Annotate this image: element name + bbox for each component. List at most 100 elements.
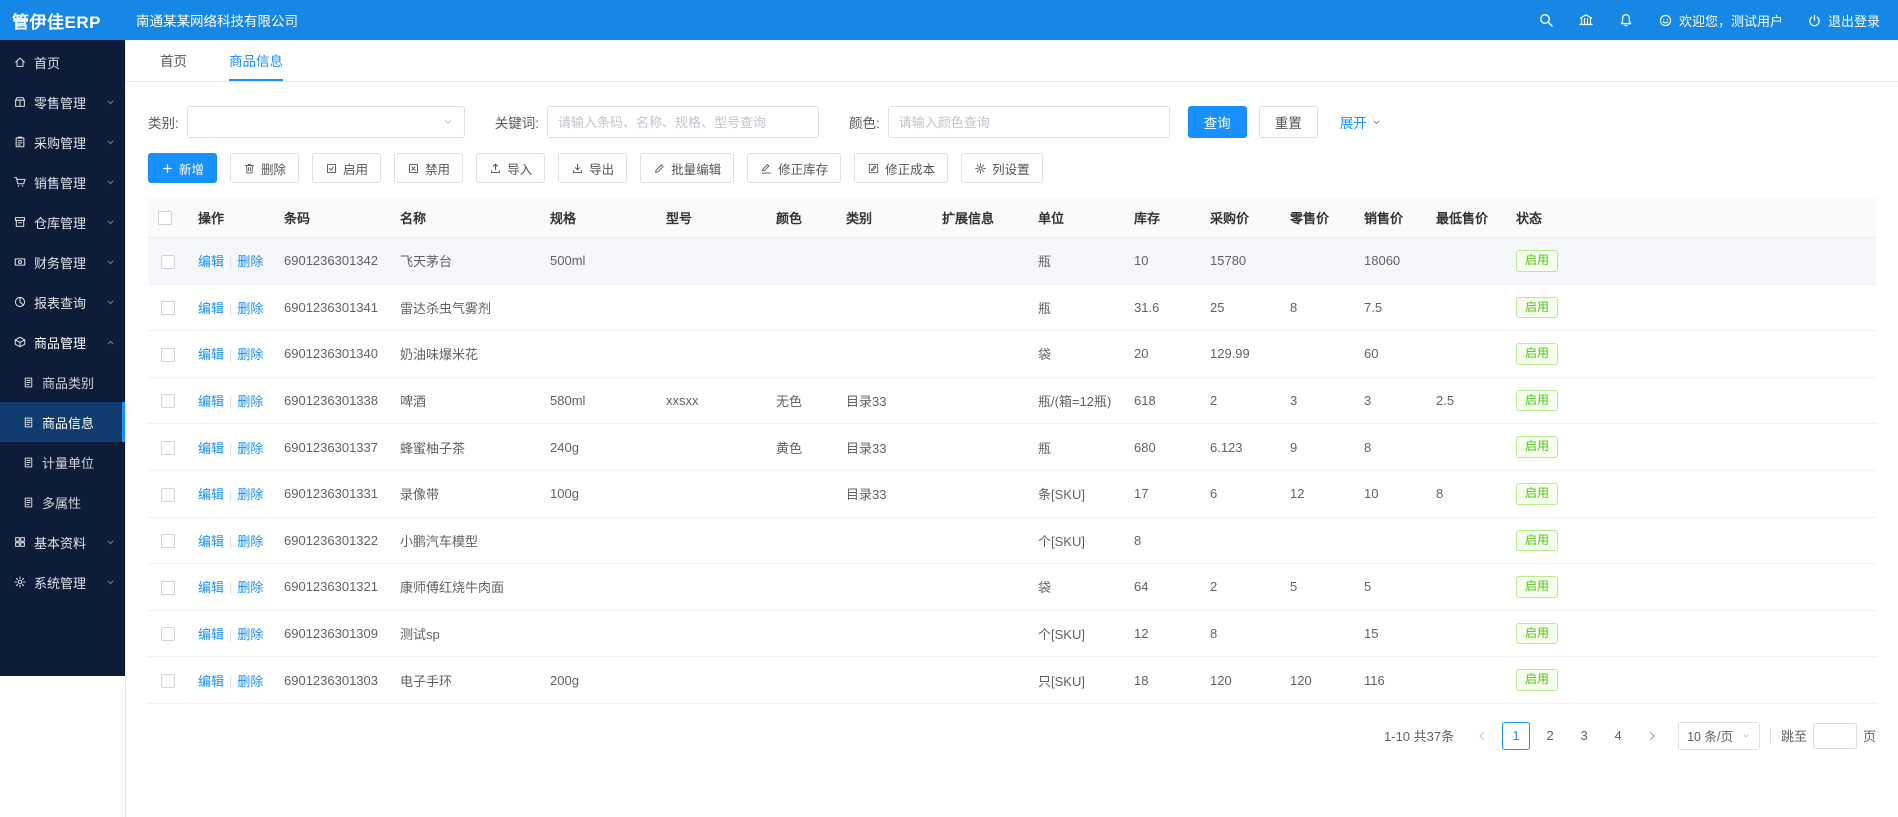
sidebar-subitem[interactable]: 商品信息: [0, 402, 125, 442]
edit-link[interactable]: 编辑: [198, 301, 224, 316]
sidebar-item[interactable]: 报表查询: [0, 282, 125, 322]
cell-stock: 10: [1124, 238, 1200, 285]
bell-icon[interactable]: [1618, 12, 1634, 28]
next-page-button[interactable]: [1638, 722, 1666, 750]
page-button[interactable]: 3: [1570, 722, 1598, 750]
delete-link[interactable]: 删除: [237, 441, 263, 456]
cell-stock: 618: [1124, 377, 1200, 424]
page-button[interactable]: 2: [1536, 722, 1564, 750]
edit-link[interactable]: 编辑: [198, 487, 224, 502]
cell-retail-price: 12: [1280, 470, 1354, 517]
edit-link[interactable]: 编辑: [198, 534, 224, 549]
tab[interactable]: 首页: [160, 40, 187, 81]
keyword-input[interactable]: [547, 106, 819, 138]
select-all-checkbox[interactable]: [158, 211, 172, 225]
prev-page-button[interactable]: [1468, 722, 1496, 750]
chevron-down-icon: [1371, 117, 1382, 128]
row-checkbox[interactable]: [161, 627, 175, 641]
row-checkbox[interactable]: [161, 348, 175, 362]
toolbar-button[interactable]: 导入: [476, 153, 545, 183]
toolbar-button[interactable]: 启用: [312, 153, 381, 183]
edit-link[interactable]: 编辑: [198, 674, 224, 689]
row-checkbox[interactable]: [161, 441, 175, 455]
sidebar-item[interactable]: 零售管理: [0, 82, 125, 122]
sidebar-subitem[interactable]: 多属性: [0, 482, 125, 522]
edit-link[interactable]: 编辑: [198, 254, 224, 269]
toolbar-button[interactable]: 删除: [230, 153, 299, 183]
toolbar-button[interactable]: 修正库存: [747, 153, 841, 183]
tab[interactable]: 商品信息: [229, 40, 283, 81]
edit-link[interactable]: 编辑: [198, 394, 224, 409]
delete-link[interactable]: 删除: [237, 394, 263, 409]
toolbar-button[interactable]: 导出: [558, 153, 627, 183]
jump-input[interactable]: [1813, 723, 1857, 749]
row-checkbox[interactable]: [161, 534, 175, 548]
delete-link[interactable]: 删除: [237, 347, 263, 362]
reset-button[interactable]: 重置: [1259, 106, 1318, 138]
delete-link[interactable]: 删除: [237, 627, 263, 642]
row-checkbox[interactable]: [161, 674, 175, 688]
delete-link[interactable]: 删除: [237, 487, 263, 502]
expand-link[interactable]: 展开: [1340, 112, 1382, 132]
toolbar-button[interactable]: 批量编辑: [640, 153, 734, 183]
color-input[interactable]: [888, 106, 1170, 138]
edit-link[interactable]: 编辑: [198, 580, 224, 595]
edit-link[interactable]: 编辑: [198, 441, 224, 456]
toolbar-button[interactable]: 列设置: [961, 153, 1043, 183]
delete-link[interactable]: 删除: [237, 254, 263, 269]
sidebar-item[interactable]: 财务管理: [0, 242, 125, 282]
toolbar-button[interactable]: 修正成本: [854, 153, 948, 183]
table-header-row: 操作 条码 名称 规格 型号 颜色: [148, 198, 1876, 238]
delete-link[interactable]: 删除: [237, 301, 263, 316]
page-size-select[interactable]: 10 条/页: [1678, 722, 1760, 750]
category-select[interactable]: [187, 106, 465, 138]
sidebar-item[interactable]: 仓库管理: [0, 202, 125, 242]
delete-link[interactable]: 删除: [237, 674, 263, 689]
search-button[interactable]: 查询: [1188, 106, 1247, 138]
page-button[interactable]: 4: [1604, 722, 1632, 750]
sidebar-item[interactable]: 采购管理: [0, 122, 125, 162]
sidebar-item[interactable]: 首页: [0, 42, 125, 82]
cell-name: 飞天茅台: [390, 238, 540, 285]
sidebar-item-label: 销售管理: [34, 173, 105, 192]
sidebar-item[interactable]: 系统管理: [0, 562, 125, 602]
sidebar-subitem[interactable]: 商品类别: [0, 362, 125, 402]
edit-link[interactable]: 编辑: [198, 627, 224, 642]
search-icon[interactable]: [1538, 12, 1554, 28]
system-icon: [13, 575, 27, 589]
cell-stock: 12: [1124, 610, 1200, 657]
welcome-user[interactable]: 欢迎您，测试用户: [1658, 11, 1783, 30]
cell-unit: 瓶/(箱=12瓶): [1028, 377, 1124, 424]
cell-model: [656, 657, 766, 704]
page-button[interactable]: 1: [1502, 722, 1530, 750]
sidebar-item[interactable]: 销售管理: [0, 162, 125, 202]
row-checkbox[interactable]: [161, 301, 175, 315]
row-checkbox[interactable]: [161, 255, 175, 269]
row-checkbox[interactable]: [161, 488, 175, 502]
sidebar-subitem[interactable]: 计量单位: [0, 442, 125, 482]
doc-icon: [22, 496, 35, 509]
toolbar-button[interactable]: 新增: [148, 153, 217, 183]
sidebar-item[interactable]: 商品管理: [0, 322, 125, 362]
logout-button[interactable]: 退出登录: [1807, 11, 1880, 30]
delete-link[interactable]: 删除: [237, 580, 263, 595]
cell-spec: 580ml: [540, 377, 656, 424]
header-actions: 欢迎您，测试用户 退出登录: [1538, 11, 1898, 30]
toolbar-button-label: 导入: [507, 159, 532, 178]
row-checkbox[interactable]: [161, 394, 175, 408]
cell-min-price: [1426, 657, 1506, 704]
cell-actions: 编辑|删除: [188, 424, 274, 471]
toolbar-button-label: 列设置: [992, 159, 1030, 178]
cell-color: [766, 564, 836, 611]
toolbar-button[interactable]: 禁用: [394, 153, 463, 183]
mall-icon[interactable]: [1578, 12, 1594, 28]
status-badge: 启用: [1516, 343, 1558, 365]
cell-unit: 瓶: [1028, 238, 1124, 285]
cell-unit: 个[SKU]: [1028, 517, 1124, 564]
sidebar-item[interactable]: 基本资料: [0, 522, 125, 562]
table-row: 编辑|删除 6901236301321 康师傅红烧牛肉面 袋 64: [148, 564, 1876, 611]
delete-link[interactable]: 删除: [237, 534, 263, 549]
sidebar-item-label: 采购管理: [34, 133, 105, 152]
edit-link[interactable]: 编辑: [198, 347, 224, 362]
row-checkbox[interactable]: [161, 581, 175, 595]
